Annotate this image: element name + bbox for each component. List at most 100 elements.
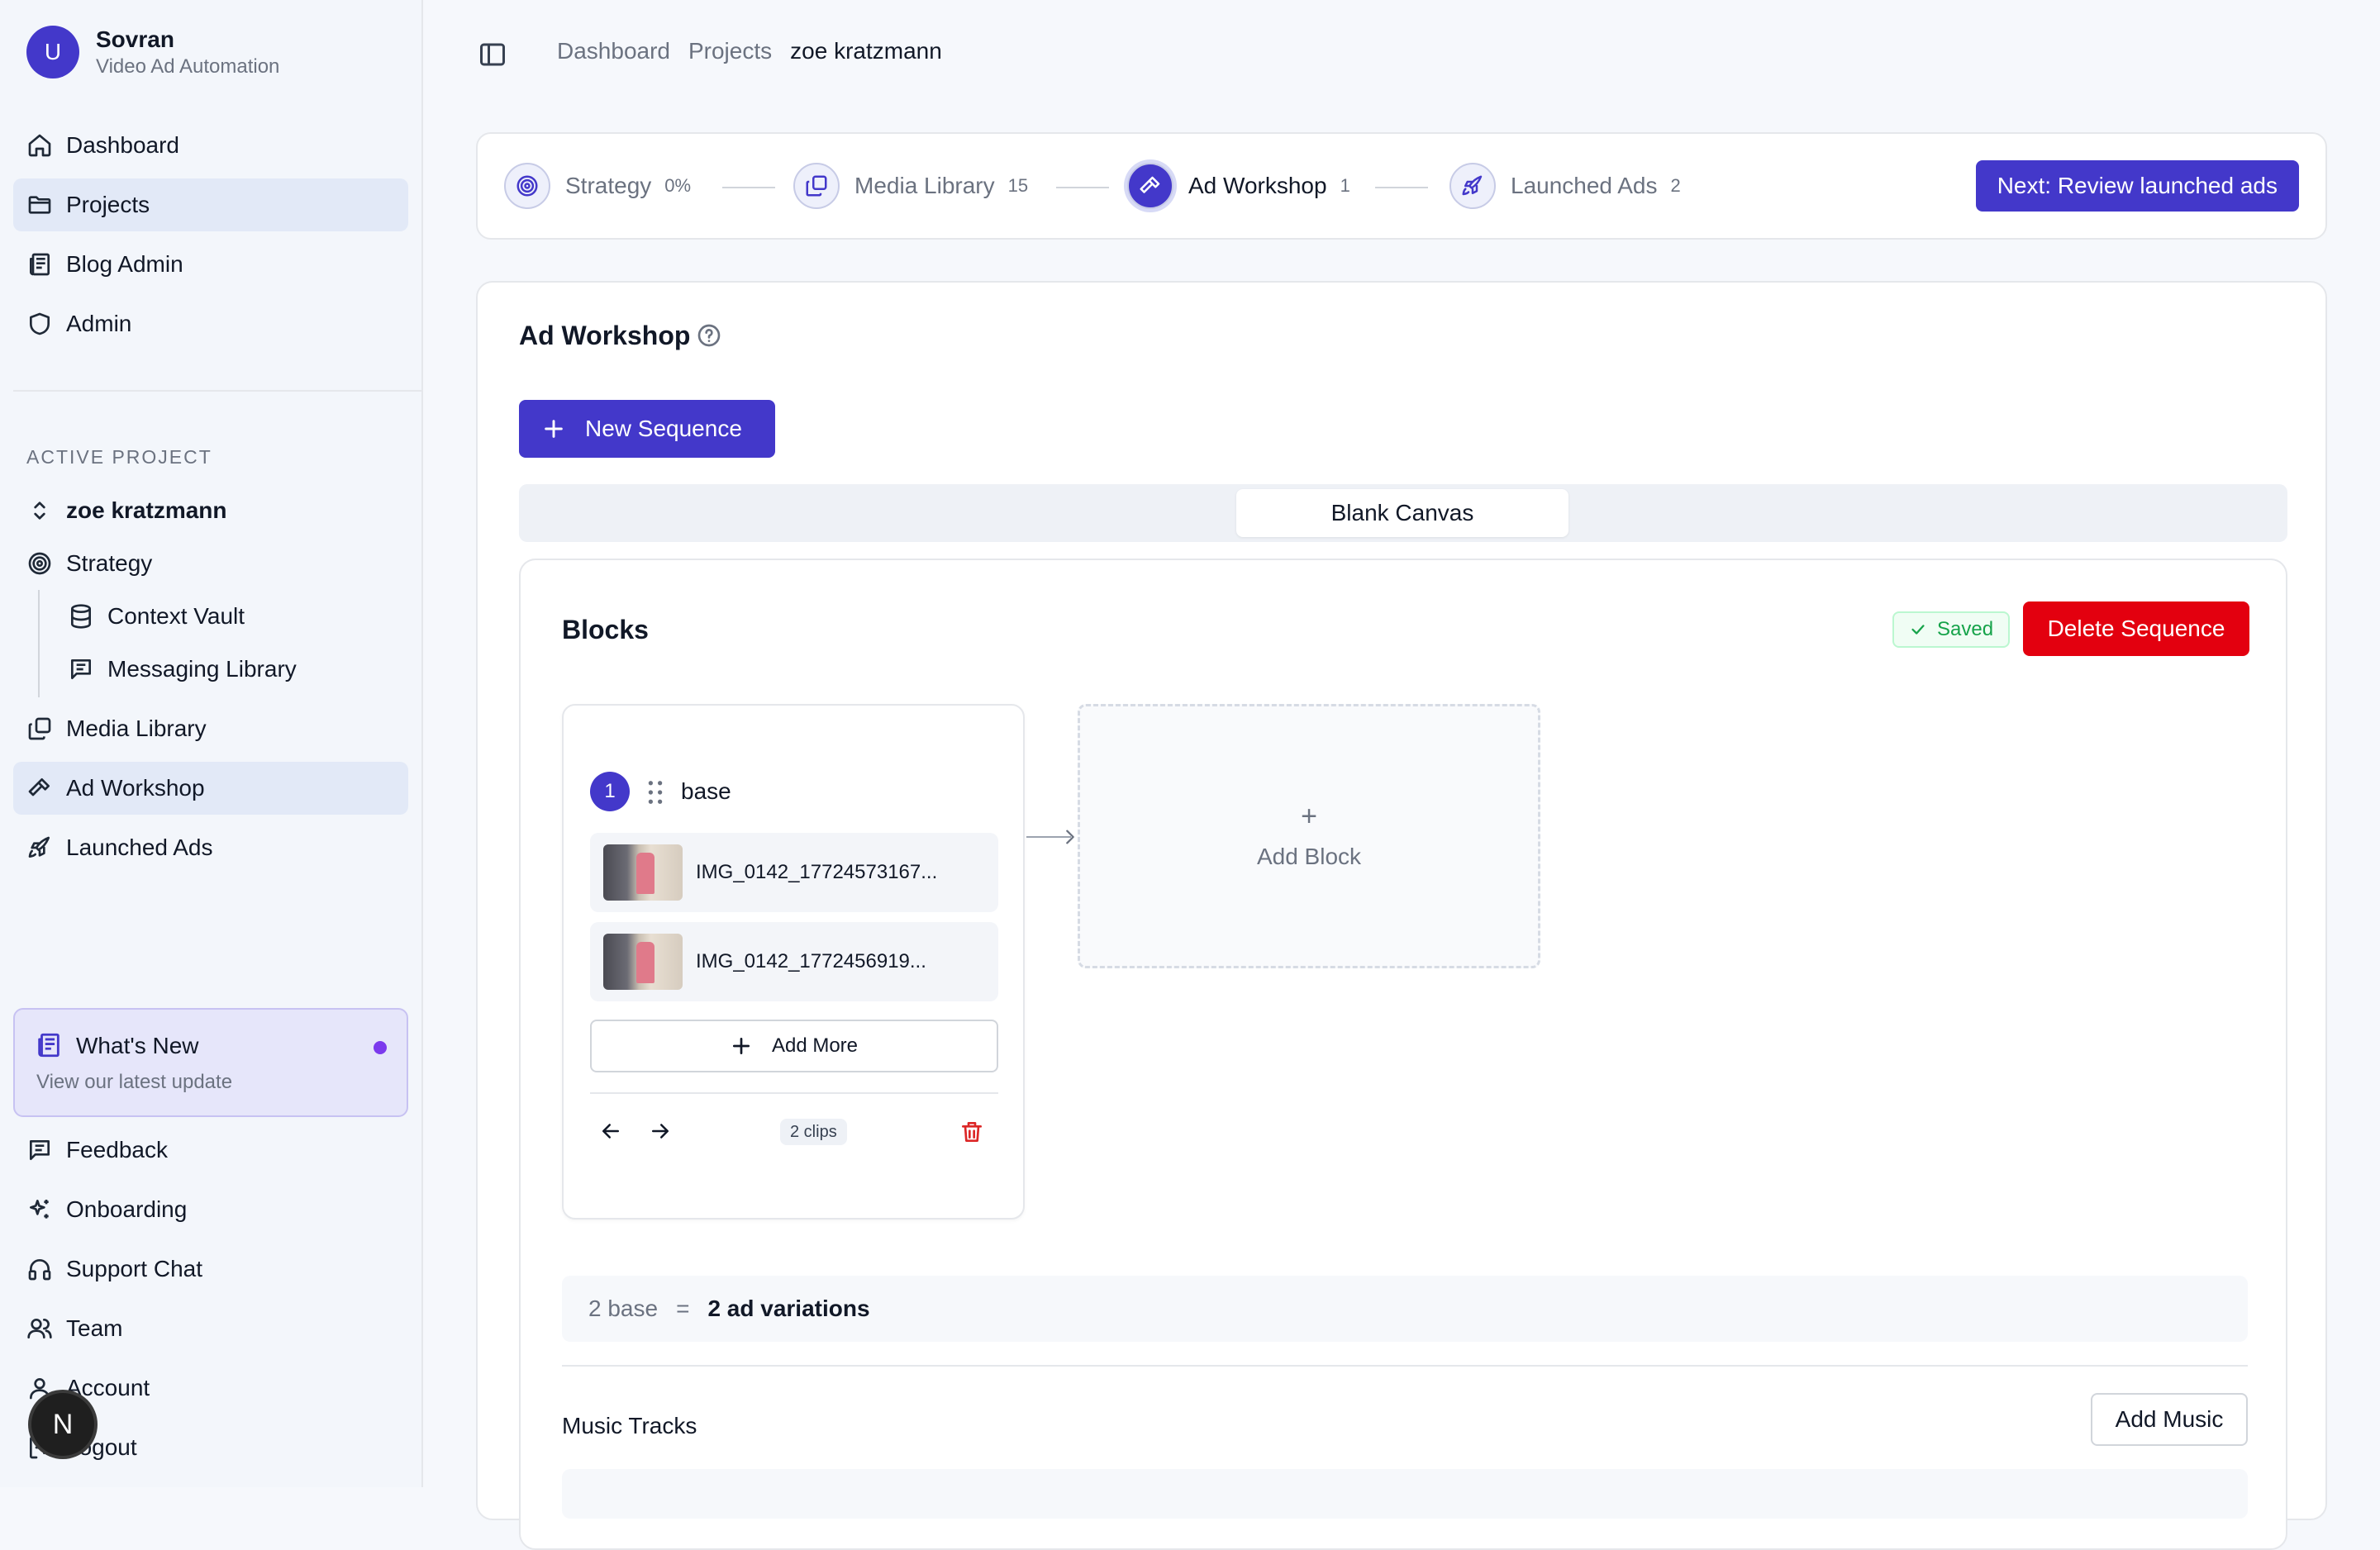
- step-label: Media Library: [854, 173, 995, 198]
- step-ad-workshop[interactable]: Ad Workshop 1: [1127, 162, 1350, 210]
- formula-left: 2 base: [588, 1296, 659, 1321]
- clips-count-badge: 2 clips: [780, 1119, 847, 1145]
- database-icon: [68, 603, 94, 630]
- home-icon: [26, 132, 53, 159]
- breadcrumb: Dashboard Projects zoe kratzmann: [557, 38, 942, 64]
- whats-new-card[interactable]: What's New View our latest update: [13, 1008, 408, 1117]
- nav-item-launched-ads[interactable]: Launched Ads: [13, 821, 408, 874]
- breadcrumb-projects[interactable]: Projects: [688, 38, 772, 64]
- nav-label: Ad Workshop: [66, 775, 205, 801]
- nav-item-ad-workshop[interactable]: Ad Workshop: [13, 762, 408, 815]
- block-name: base: [681, 778, 731, 804]
- plus-icon: +: [1301, 801, 1317, 832]
- clip-thumbnail: [603, 934, 683, 990]
- sidebar-divider: [13, 390, 421, 392]
- trash-icon[interactable]: [959, 1119, 985, 1145]
- target-icon: [26, 550, 53, 577]
- workflow-stepper: Strategy 0% Media Library 15 Ad Workshop…: [476, 132, 2327, 240]
- nav-label: Blog Admin: [66, 251, 183, 277]
- blocks-panel: Blocks Saved Delete Sequence 1 base IMG_…: [519, 559, 2287, 1550]
- nav-item-feedback[interactable]: Feedback: [13, 1124, 408, 1177]
- hammer-icon: [26, 775, 53, 801]
- next-step-button[interactable]: Next: Review launched ads: [1975, 160, 2299, 212]
- plus-icon: [545, 420, 563, 438]
- nav-item-strategy[interactable]: Strategy: [13, 537, 408, 590]
- nav-item-team[interactable]: Team: [13, 1302, 408, 1355]
- step-media-library[interactable]: Media Library 15: [793, 162, 1028, 210]
- project-name: zoe kratzmann: [66, 497, 227, 523]
- brand[interactable]: U Sovran Video Ad Automation: [26, 25, 279, 79]
- step-label: Strategy: [565, 173, 652, 198]
- users-icon: [26, 1315, 53, 1342]
- brand-name: Sovran: [96, 26, 174, 52]
- rocket-icon: [26, 834, 53, 861]
- drag-handle-icon[interactable]: [645, 780, 666, 805]
- nav-item-context-vault[interactable]: Context Vault: [55, 590, 408, 643]
- nav-item-support-chat[interactable]: Support Chat: [13, 1243, 408, 1296]
- nav-item-onboarding[interactable]: Onboarding: [13, 1183, 408, 1236]
- shield-icon: [26, 311, 53, 337]
- dev-tools-badge[interactable]: N: [31, 1393, 94, 1456]
- breadcrumb-dashboard[interactable]: Dashboard: [557, 38, 670, 64]
- nav-item-blog-admin[interactable]: Blog Admin: [13, 238, 408, 291]
- subnav-line: [38, 590, 40, 697]
- arrow-right-icon[interactable]: [648, 1119, 673, 1143]
- help-circle-icon[interactable]: [696, 322, 722, 349]
- check-icon: [1911, 625, 1925, 635]
- message-square-icon: [26, 1137, 53, 1163]
- active-project-label: ACTIVE PROJECT: [26, 446, 212, 468]
- step-launched-ads[interactable]: Launched Ads 2: [1449, 162, 1681, 210]
- add-block-button[interactable]: + Add Block: [1078, 704, 1540, 968]
- block-card[interactable]: 1 base IMG_0142_17724573167... IMG_0142_…: [562, 704, 1025, 1220]
- delete-sequence-button[interactable]: Delete Sequence: [2023, 601, 2249, 656]
- clip-item[interactable]: IMG_0142_17724573167...: [590, 833, 998, 912]
- whats-new-title: What's New: [76, 1033, 199, 1058]
- project-switcher[interactable]: zoe kratzmann: [13, 484, 408, 537]
- headphones-icon: [26, 1256, 53, 1282]
- brand-subtitle: Video Ad Automation: [96, 55, 280, 78]
- nav-label: Feedback: [66, 1137, 168, 1162]
- clip-thumbnail: [603, 844, 683, 901]
- plus-icon: [732, 1037, 750, 1055]
- add-more-button[interactable]: Add More: [590, 1020, 998, 1072]
- nav-label: Media Library: [66, 716, 207, 741]
- add-music-button[interactable]: Add Music: [2091, 1393, 2248, 1446]
- saved-badge: Saved: [1892, 611, 2011, 648]
- nav-label: Admin: [66, 311, 132, 336]
- nav-label: Dashboard: [66, 132, 179, 158]
- newspaper-icon: [35, 1031, 63, 1059]
- ad-workshop-card: Ad Workshop New Sequence Blank Canvas Bl…: [476, 281, 2327, 1550]
- nav-item-media-library[interactable]: Media Library: [13, 702, 408, 755]
- variations-summary: 2 base = 2 ad variations: [562, 1276, 2248, 1342]
- message-square-icon: [68, 656, 94, 682]
- clip-filename: IMG_0142_17724573167...: [696, 861, 938, 883]
- nav-label: Messaging Library: [107, 656, 297, 682]
- nav-item-dashboard[interactable]: Dashboard: [13, 119, 408, 172]
- clip-item[interactable]: IMG_0142_1772456919...: [590, 922, 998, 1001]
- block-divider: [590, 1092, 998, 1094]
- sidebar-toggle-icon[interactable]: [478, 40, 507, 69]
- block-number: 1: [590, 772, 630, 811]
- saved-label: Saved: [1937, 618, 1994, 640]
- rocket-icon: [1449, 163, 1496, 209]
- newspaper-icon: [26, 251, 53, 278]
- unread-dot: [374, 1041, 387, 1054]
- formula-equals: =: [676, 1296, 690, 1321]
- tab-blank-canvas[interactable]: Blank Canvas: [1236, 489, 1568, 537]
- new-sequence-button[interactable]: New Sequence: [519, 400, 775, 458]
- whats-new-subtitle: View our latest update: [36, 1071, 233, 1093]
- nav-item-admin[interactable]: Admin: [13, 297, 408, 350]
- target-icon: [504, 163, 550, 209]
- new-sequence-label: New Sequence: [585, 416, 742, 441]
- nav-item-projects[interactable]: Projects: [13, 178, 408, 231]
- music-tracks-title: Music Tracks: [562, 1413, 697, 1438]
- step-label: Ad Workshop: [1188, 173, 1327, 198]
- sparkles-icon: [26, 1196, 53, 1223]
- arrow-left-icon[interactable]: [598, 1119, 623, 1143]
- step-label: Launched Ads: [1511, 173, 1658, 198]
- nav-label: Onboarding: [66, 1196, 188, 1222]
- step-count: 15: [1007, 175, 1029, 196]
- blocks-title: Blocks: [562, 615, 649, 644]
- nav-item-messaging-library[interactable]: Messaging Library: [55, 643, 408, 696]
- step-strategy[interactable]: Strategy 0%: [504, 162, 691, 210]
